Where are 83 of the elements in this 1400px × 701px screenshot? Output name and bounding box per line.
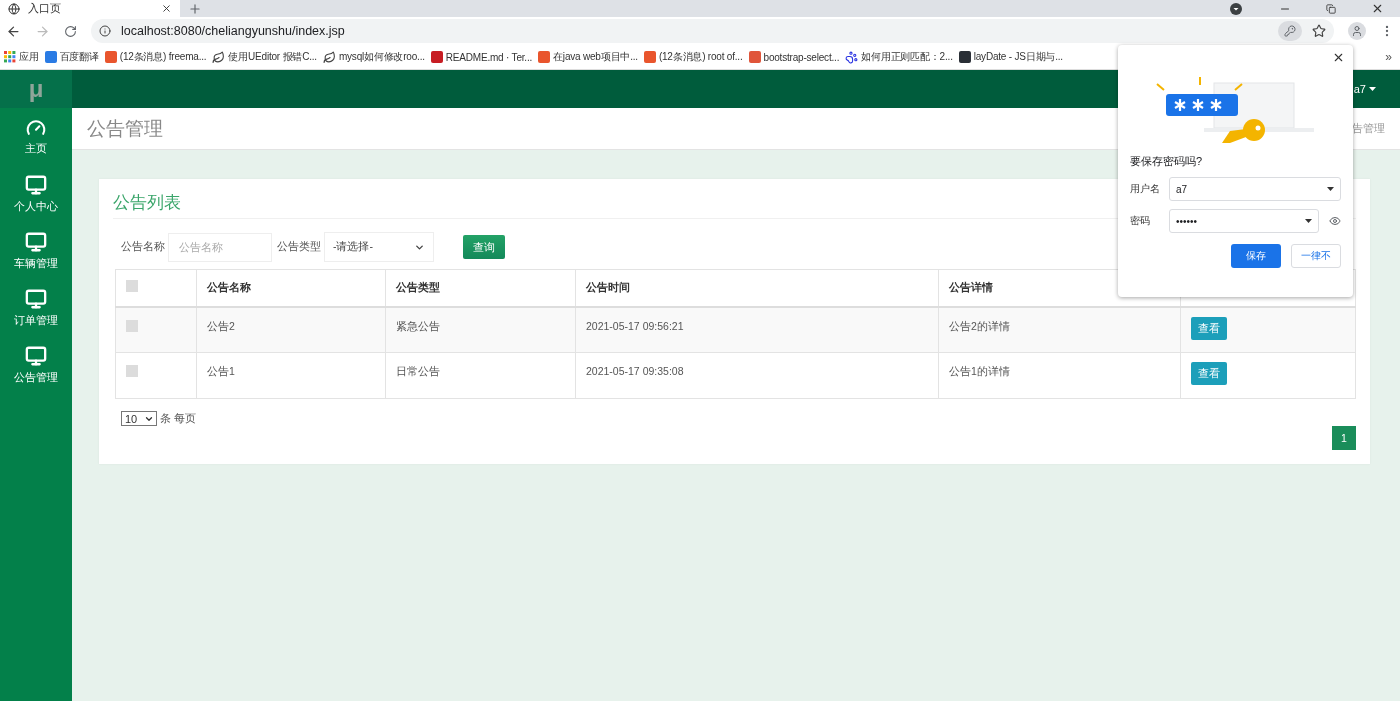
type-label: 公告类型 [277, 240, 321, 254]
table-cell: 2021-05-17 09:35:08 [575, 352, 939, 399]
column-header: 公告名称 [196, 269, 386, 307]
eye-icon[interactable] [1329, 215, 1341, 227]
table-cell: 公告1的详情 [938, 352, 1181, 399]
table-cell: 公告2 [196, 306, 386, 353]
page-size-select[interactable]: 10 [121, 411, 157, 426]
address-bar[interactable]: localhost:8080/cheliangyunshu/index.jsp [91, 19, 1334, 43]
favicon-icon [958, 51, 971, 63]
caret-icon [1305, 219, 1312, 223]
caret-icon [1327, 187, 1334, 191]
favicon-icon [748, 51, 761, 63]
monitor-icon [25, 173, 47, 196]
sidebar-item[interactable]: 个人中心 [0, 165, 72, 222]
bookmark-link[interactable]: (12条消息) freema... [104, 50, 207, 64]
info-icon [99, 25, 111, 37]
bookmark-link[interactable]: (12条消息) root of... [643, 50, 743, 64]
table-cell: 紧急公告 [385, 306, 576, 353]
page-size-label: 条 每页 [160, 411, 196, 426]
password-field[interactable]: •••••• [1169, 209, 1319, 233]
select-all-checkbox[interactable] [126, 280, 138, 292]
sidebar-item[interactable]: 车辆管理 [0, 222, 72, 279]
bookmark-link[interactable]: 在java web项目中... [538, 50, 638, 64]
leaf-icon [322, 50, 336, 64]
favicon-icon [643, 51, 656, 63]
page-button[interactable]: 1 [1332, 426, 1356, 450]
monitor-icon [25, 287, 47, 310]
back-icon[interactable] [6, 23, 21, 39]
table-cell: 2021-05-17 09:56:21 [575, 306, 939, 353]
person-icon [1351, 25, 1363, 37]
bookmark-link[interactable]: mysql如何修改roo... [322, 50, 425, 64]
bookmark-link[interactable]: 百度翻译 [44, 50, 99, 64]
logo: μ [0, 70, 72, 108]
favicon-icon [538, 51, 551, 63]
tab-search-icon[interactable] [1230, 2, 1242, 15]
dashboard-icon [26, 117, 46, 138]
sidebar-item[interactable]: 公告管理 [0, 336, 72, 393]
row-checkbox[interactable] [126, 319, 138, 332]
globe-icon [8, 2, 20, 15]
table-cell: 公告2的详情 [938, 306, 1181, 353]
column-header: 公告类型 [385, 269, 576, 307]
sidebar-item[interactable]: 主页 [0, 108, 72, 165]
never-button[interactable]: 一律不 [1291, 244, 1341, 268]
monitor-icon [25, 230, 47, 253]
profile-button[interactable] [1348, 22, 1366, 40]
search-button[interactable]: 查询 [463, 235, 505, 259]
reload-icon[interactable] [64, 24, 77, 38]
bookmark-link[interactable]: bootstrap-select... [748, 51, 840, 63]
leaf-icon [212, 50, 226, 64]
column-header: 公告时间 [575, 269, 939, 307]
close-icon[interactable] [1332, 51, 1345, 64]
key-button[interactable] [1278, 21, 1302, 41]
restore-icon[interactable] [1326, 3, 1336, 14]
caret-icon [1369, 87, 1376, 91]
name-input[interactable]: 公告名称 [168, 232, 272, 262]
favicon-icon [104, 51, 117, 63]
key-icon [1284, 25, 1296, 37]
sidebar-item[interactable]: 订单管理 [0, 279, 72, 336]
bookmark-link[interactable]: 应用 [4, 50, 39, 64]
close-tab-icon[interactable] [161, 3, 172, 14]
dialog-question: 要保存密码吗? [1130, 154, 1204, 169]
type-select[interactable]: -请选择- [324, 232, 434, 262]
breadcrumb: 告管理 [1352, 121, 1385, 136]
save-button[interactable]: 保存 [1231, 244, 1281, 268]
table-cell: 公告1 [196, 352, 386, 399]
page-title: 公告管理 [87, 116, 163, 141]
row-checkbox[interactable] [126, 365, 138, 377]
username-field[interactable]: a7 [1169, 177, 1341, 201]
paw-icon [845, 50, 859, 64]
bookmark-link[interactable]: 如何用正则匹配：2... [845, 50, 953, 64]
star-icon[interactable] [1312, 24, 1326, 38]
user-menu[interactable]: a7 [1353, 83, 1376, 95]
bookmark-link[interactable]: README.md · Ter... [430, 51, 533, 63]
apps-grid-icon [4, 51, 16, 63]
bookmark-link[interactable]: 使用UEditor 报错C... [212, 50, 317, 64]
bookmark-link[interactable]: layDate - JS日期与... [958, 50, 1063, 64]
favicon-icon [430, 51, 443, 63]
table-cell: 日常公告 [385, 352, 576, 399]
more-bookmarks[interactable]: » [1385, 50, 1396, 64]
favicon-icon [44, 51, 57, 63]
monitor-icon [25, 344, 47, 367]
browser-tab[interactable]: 入口页 [0, 0, 180, 17]
name-label: 公告名称 [121, 240, 165, 254]
